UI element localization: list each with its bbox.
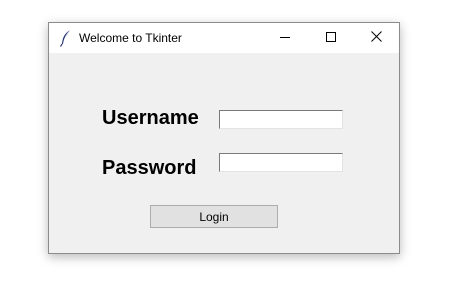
login-window: Welcome to Tkinter Username Password Log…	[48, 22, 400, 254]
minimize-icon	[280, 29, 290, 47]
maximize-icon	[326, 29, 336, 47]
username-label: Username	[102, 107, 199, 129]
username-input[interactable]	[219, 110, 343, 129]
window-title: Welcome to Tkinter	[79, 31, 182, 45]
maximize-button[interactable]	[308, 23, 354, 53]
close-button[interactable]	[353, 23, 399, 53]
title-bar[interactable]: Welcome to Tkinter	[49, 23, 399, 53]
minimize-button[interactable]	[262, 23, 308, 53]
password-input[interactable]	[219, 153, 343, 172]
password-label: Password	[102, 157, 197, 179]
feather-icon	[59, 29, 73, 47]
login-button[interactable]: Login	[150, 205, 278, 228]
close-icon	[370, 29, 382, 47]
